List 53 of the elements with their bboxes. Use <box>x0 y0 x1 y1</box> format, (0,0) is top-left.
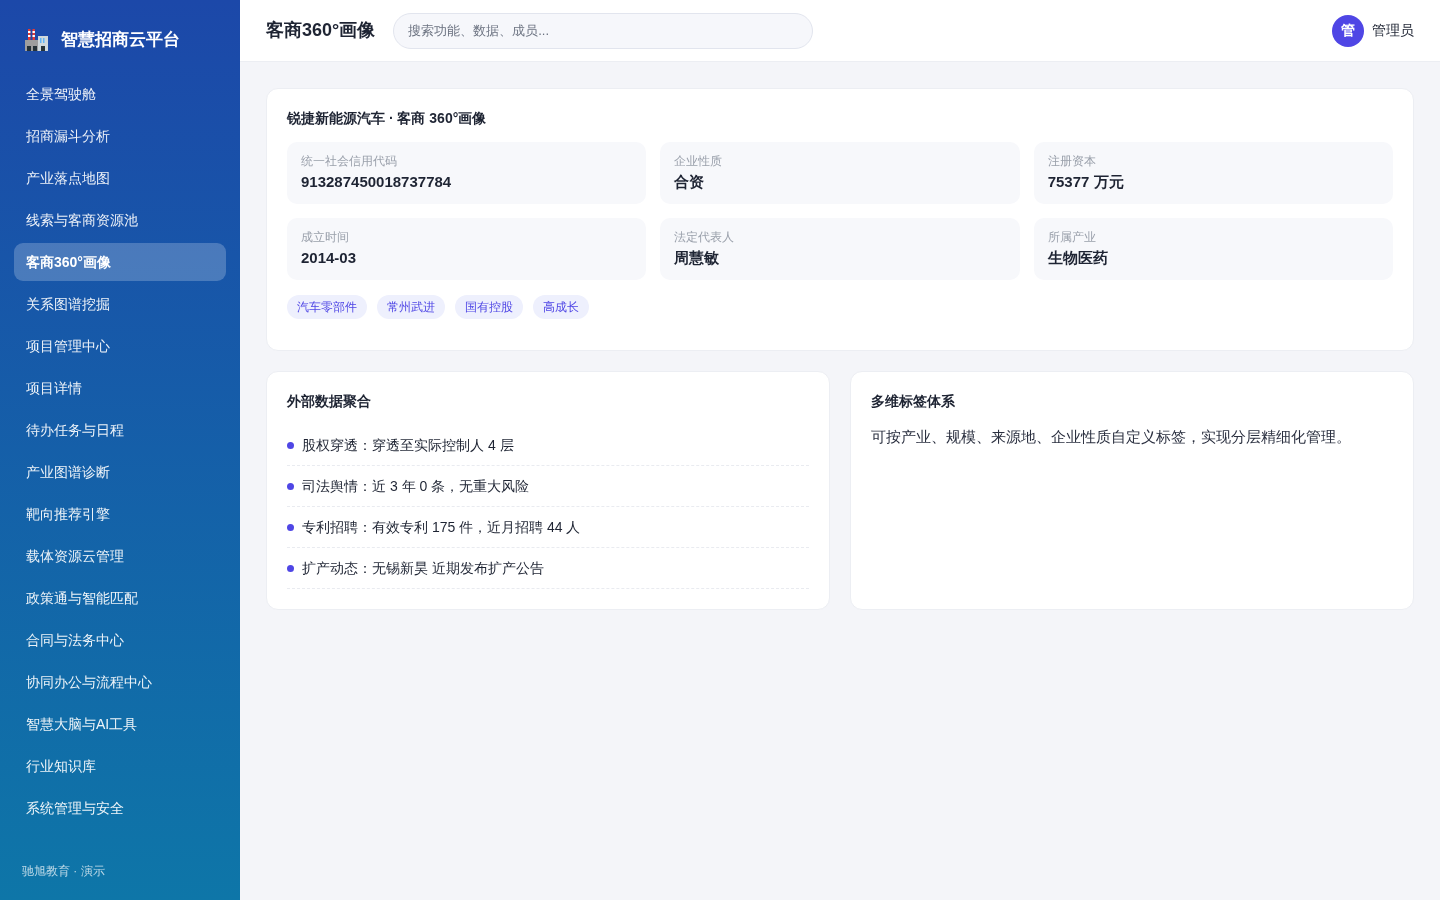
sidebar-item[interactable]: 产业落点地图 <box>14 159 226 197</box>
field-label: 所属产业 <box>1047 229 1097 245</box>
user-name: 管理员 <box>1372 21 1414 40</box>
sidebar-item[interactable]: 全景驾驶舱 <box>14 75 226 113</box>
field-value: 周慧敏 <box>674 248 721 268</box>
sidebar-item[interactable]: 客商360°画像 <box>14 243 226 281</box>
tag-chip: 高成长 <box>533 295 589 319</box>
list-item-text: 司法舆情：近 3 年 0 条，无重大风险 <box>302 477 530 496</box>
list-item-text: 扩产动态：无锡新昊 近期发布扩产公告 <box>302 559 544 578</box>
sidebar-item[interactable]: 系统管理与安全 <box>14 789 226 827</box>
tag-chip: 常州武进 <box>377 295 445 319</box>
field-value: 913287450018737784 <box>301 172 453 192</box>
list-item-text: 专利招聘：有效专利 175 件，近月招聘 44 人 <box>302 518 581 537</box>
search-field[interactable]: 搜索功能、数据、成员... <box>393 12 814 49</box>
field-value: 2014-03 <box>301 248 358 268</box>
user-avatar[interactable]: 管 <box>1332 14 1364 47</box>
sidebar-item[interactable]: 行业知识库 <box>14 747 226 785</box>
sidebar-item[interactable]: 项目详情 <box>14 369 226 407</box>
sidebar-item[interactable]: 合同与法务中心 <box>14 621 226 659</box>
sidebar-item[interactable]: 关系图谱挖掘 <box>14 285 226 323</box>
field-label: 法定代表人 <box>674 229 736 245</box>
sidebar-item[interactable]: 线索与客商资源池 <box>14 201 226 239</box>
tag-chip: 国有控股 <box>455 295 523 319</box>
list-item-text: 股权穿透：穿透至实际控制人 4 层 <box>302 436 514 455</box>
bullet-dot-icon <box>287 441 294 449</box>
card-title: 锐捷新能源汽车 · 客商 360°画像 <box>287 109 488 128</box>
bullet-dot-icon <box>287 482 294 490</box>
field-value: 75377 万元 <box>1047 172 1125 192</box>
bullet-dot-icon <box>287 564 294 572</box>
tag-chip: 汽车零部件 <box>287 295 367 319</box>
bullet-dot-icon <box>287 523 294 531</box>
sidebar-footer-text: 驰旭教育 · 演示 <box>21 863 106 880</box>
field-label: 统一社会信用代码 <box>301 153 398 169</box>
sidebar-item[interactable]: 待办任务与日程 <box>14 411 226 449</box>
field-label: 企业性质 <box>674 153 724 169</box>
sidebar-item[interactable]: 政策通与智能匹配 <box>14 579 226 617</box>
card-title: 外部数据聚合 <box>287 392 372 411</box>
sidebar-item[interactable]: 靶向推荐引擎 <box>14 495 226 533</box>
field-label: 成立时间 <box>301 229 350 245</box>
page-title: 客商360°画像 <box>266 19 376 42</box>
card-description: 可按产业、规模、来源地、企业性质自定义标签，实现分层精细化管理。 <box>871 427 1352 447</box>
field-label: 注册资本 <box>1047 153 1097 169</box>
sidebar-item[interactable]: 智慧大脑与AI工具 <box>14 705 226 743</box>
brand-name: 智慧招商云平台 <box>61 29 180 52</box>
sidebar-item[interactable]: 载体资源云管理 <box>14 537 226 575</box>
field-value: 生物医药 <box>1047 248 1109 268</box>
field-value: 合资 <box>674 172 706 192</box>
sidebar-item[interactable]: 产业图谱诊断 <box>14 453 226 491</box>
card-title: 多维标签体系 <box>871 392 956 411</box>
sidebar-item[interactable]: 项目管理中心 <box>14 327 226 365</box>
factory-icon <box>25 29 48 51</box>
sidebar-item[interactable]: 协同办公与流程中心 <box>14 663 226 701</box>
sidebar-item[interactable]: 招商漏斗分析 <box>14 117 226 155</box>
